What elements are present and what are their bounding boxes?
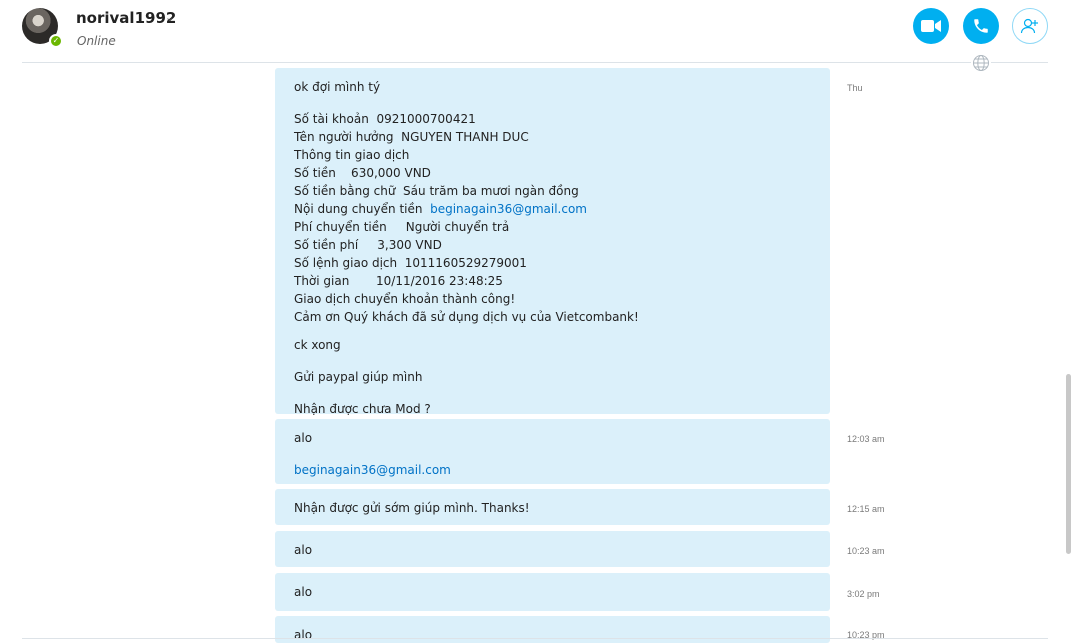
message-text: Nhận được chưa Mod ? [294, 402, 431, 416]
chevron-down-icon[interactable]: ⌄ [165, 11, 174, 24]
message-timestamp: 12:03 am [847, 434, 885, 444]
message-text: Gửi paypal giúp mình [294, 370, 423, 384]
message-line: Nội dung chuyển tiền beginagain36@gmail.… [294, 200, 811, 218]
email-link[interactable]: beginagain36@gmail.com [294, 461, 811, 479]
message-timestamp: 12:15 am [847, 504, 885, 514]
message-timestamp: Thu [847, 83, 863, 93]
message-text: Số lệnh giao dịch 1011160529279001 [294, 256, 527, 270]
video-camera-icon [921, 20, 941, 32]
contact-status: Online [77, 34, 116, 48]
message-timestamp: 10:23 am [847, 546, 885, 556]
message-text: Thông tin giao dịch [294, 148, 410, 162]
add-person-icon [1020, 18, 1038, 34]
message-bubble[interactable]: Nhận được gửi sớm giúp mình. Thanks! [275, 489, 830, 525]
chat-header: ✓ norival1992 ⌄ Online [0, 0, 1073, 62]
composer-divider [22, 638, 1048, 639]
message-text: Số tiền phí 3,300 VND [294, 238, 442, 252]
scrollbar-thumb[interactable] [1066, 374, 1071, 554]
video-call-button[interactable] [913, 8, 949, 44]
message-timestamp: 3:02 pm [847, 589, 880, 599]
message-text: Tên người hưởng NGUYEN THANH DUC [294, 130, 529, 144]
message-text: ck xong [294, 338, 341, 352]
audio-call-button[interactable] [963, 8, 999, 44]
message-text: alo [294, 543, 313, 557]
message-text: Nội dung chuyển tiền [294, 202, 431, 216]
contact-name[interactable]: norival1992 [76, 9, 176, 27]
message-text: Cảm ơn Quý khách đã sử dụng dịch vụ của … [294, 310, 639, 324]
online-status-icon: ✓ [49, 34, 63, 48]
transfer-receipt: Số tài khoản 0921000700421 Tên người hưở… [294, 110, 811, 326]
message-text: Giao dịch chuyển khoản thành công! [294, 292, 516, 306]
globe-icon[interactable] [971, 53, 991, 73]
message-text: alo [294, 628, 313, 642]
message-text: Thời gian 10/11/2016 23:48:25 [294, 274, 503, 288]
message-bubble[interactable]: ok đợi mình tý Số tài khoản 092100070042… [275, 68, 830, 416]
phone-icon [974, 19, 988, 33]
message-text: Số tài khoản 0921000700421 [294, 112, 476, 126]
message-text: Phí chuyển tiền Người chuyển trả [294, 220, 510, 234]
header-divider [22, 62, 1048, 63]
message-bubble[interactable]: alo [275, 573, 830, 611]
message-text: Số tiền bằng chữ Sáu trăm ba mươi ngàn đ… [294, 184, 579, 198]
email-link[interactable]: beginagain36@gmail.com [430, 202, 587, 216]
message-bubble[interactable]: alo beginagain36@gmail.com [275, 419, 830, 484]
add-participant-button[interactable] [1012, 8, 1048, 44]
message-bubble[interactable]: alo [275, 531, 830, 567]
message-text: alo [294, 585, 313, 599]
message-text: ok đợi mình tý [294, 80, 381, 94]
message-text: alo [294, 431, 313, 445]
message-text: Số tiền 630,000 VND [294, 166, 431, 180]
message-text: Nhận được gửi sớm giúp mình. Thanks! [294, 501, 530, 515]
